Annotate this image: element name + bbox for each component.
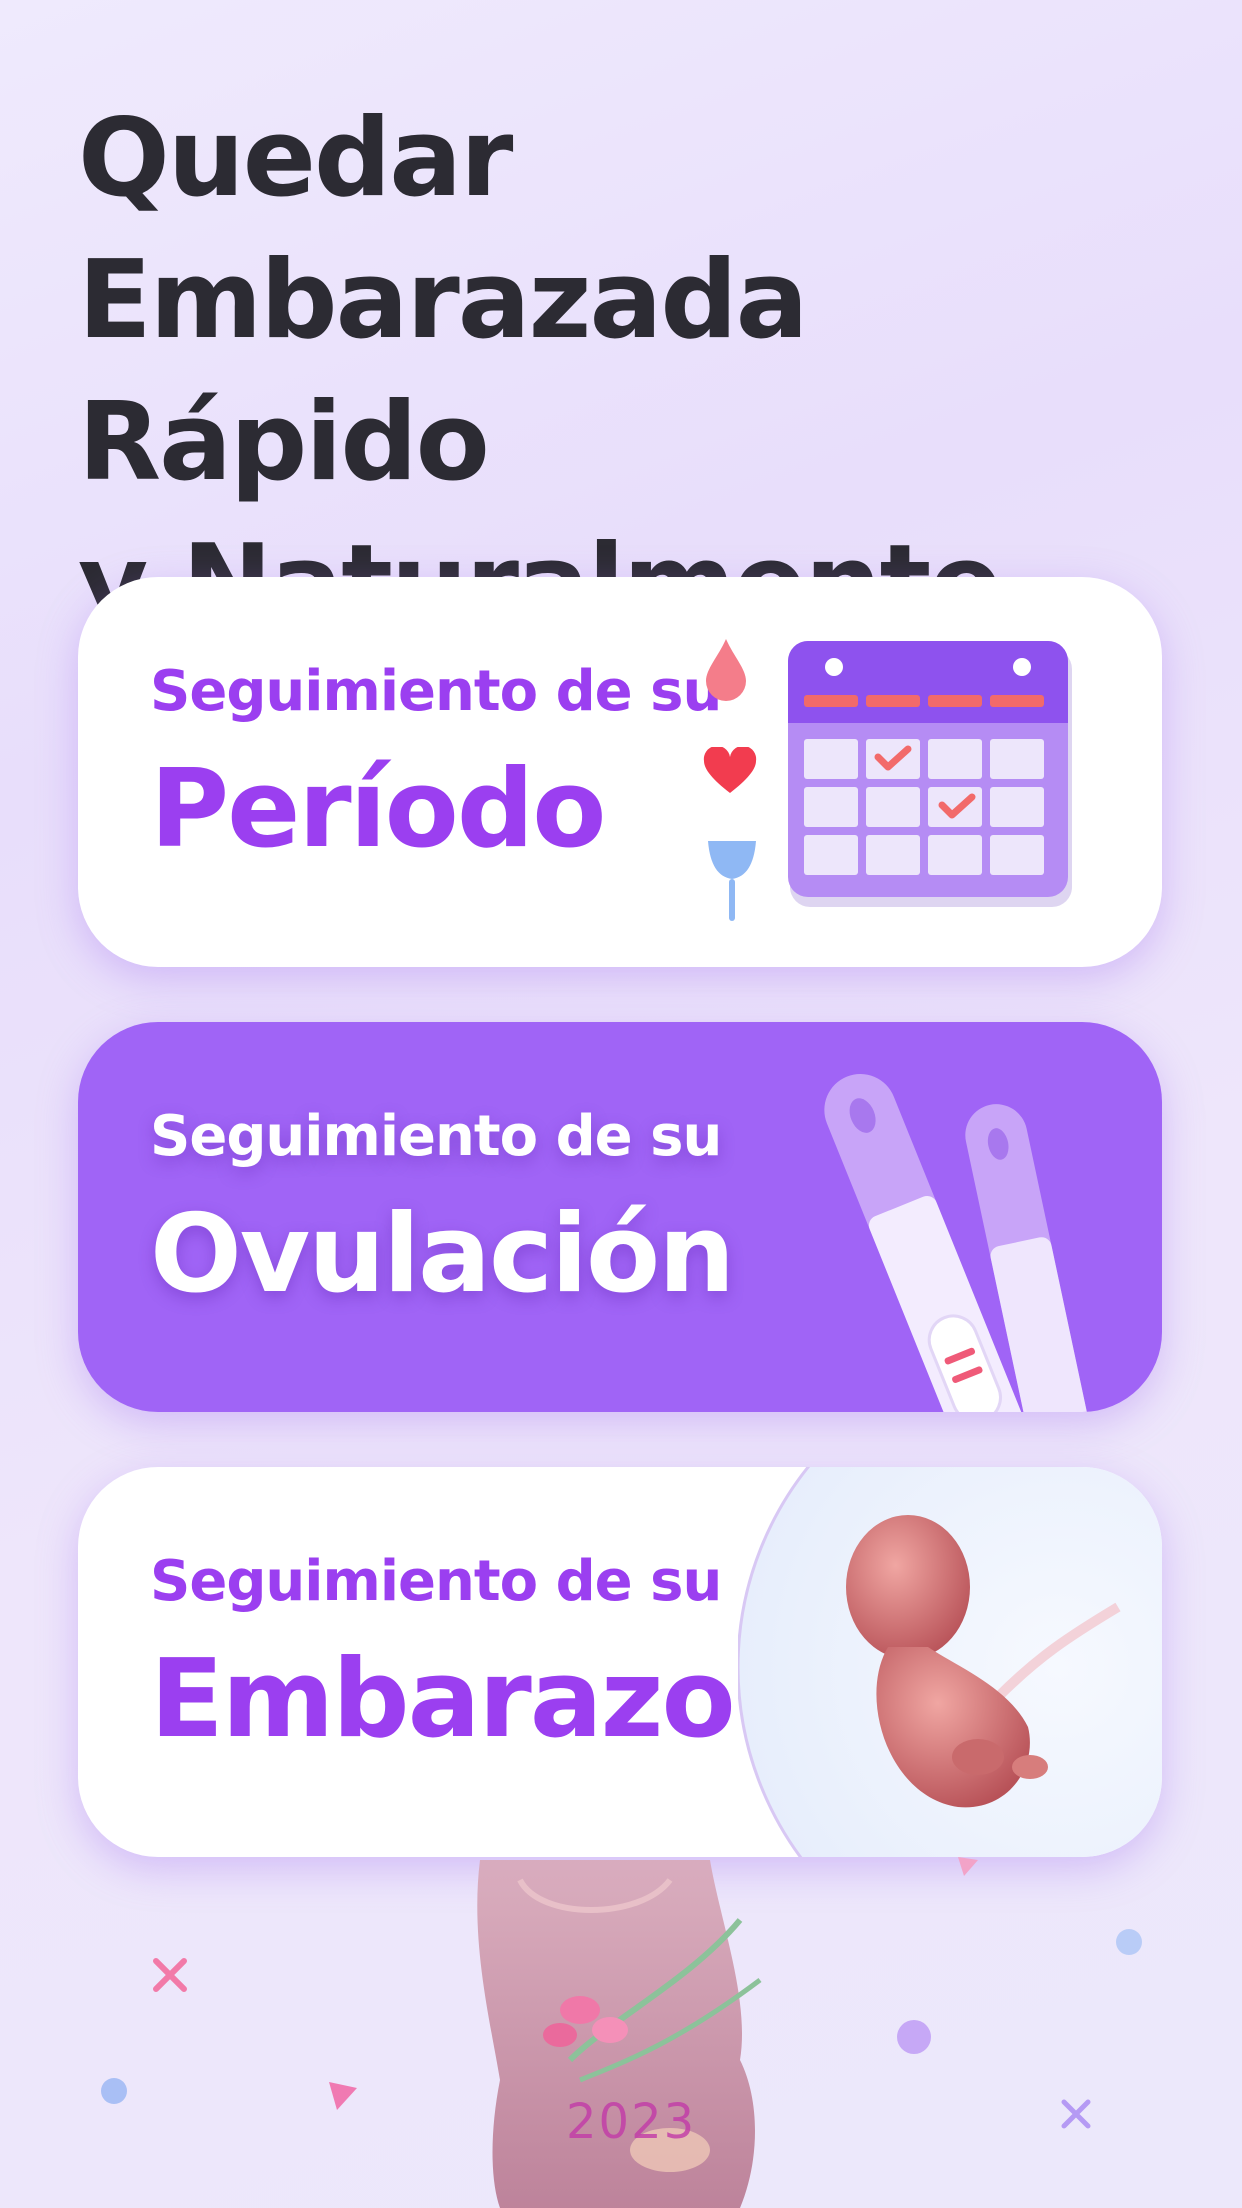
page-headline: Quedar Embarazada Rápido y Naturalmente [78,88,1188,656]
triangle-decoration-icon [329,2082,357,2110]
cross-decoration-icon [153,1958,187,1992]
ovulation-test-icon [824,1073,1094,1412]
ovulation-tracking-card[interactable]: Seguimiento de su Ovulación [78,1022,1162,1412]
pregnancy-card-subtitle: Seguimiento de su [150,1549,722,1614]
ovulation-card-title: Ovulación [150,1192,735,1317]
triangle-decoration-icon [958,1857,978,1876]
blood-drop-icon [706,639,746,701]
calendar-icon [788,641,1072,907]
ovulation-card-subtitle: Seguimiento de su [150,1104,722,1169]
dot-decoration-icon [897,2020,931,2054]
cross-decoration-icon [1061,2099,1091,2129]
pregnancy-tracking-card[interactable]: Seguimiento de su Embarazo [78,1467,1162,1857]
year-text: 2023 [566,2094,697,2150]
period-tracking-card[interactable]: Seguimiento de su Período [78,577,1162,967]
menstrual-cup-icon [708,841,756,921]
headline-line-1: Quedar [78,96,513,221]
headline-line-2: Embarazada Rápido [78,238,809,505]
period-card-title: Período [150,747,606,872]
dot-decoration-icon [1116,1929,1142,1955]
pregnancy-card-title: Embarazo [150,1637,736,1762]
period-card-subtitle: Seguimiento de su [150,659,722,724]
fetus-illustration [738,1467,1162,1857]
dot-decoration-icon [101,2078,127,2104]
heart-icon [703,747,757,793]
pregnant-woman-illustration [477,1860,762,2208]
